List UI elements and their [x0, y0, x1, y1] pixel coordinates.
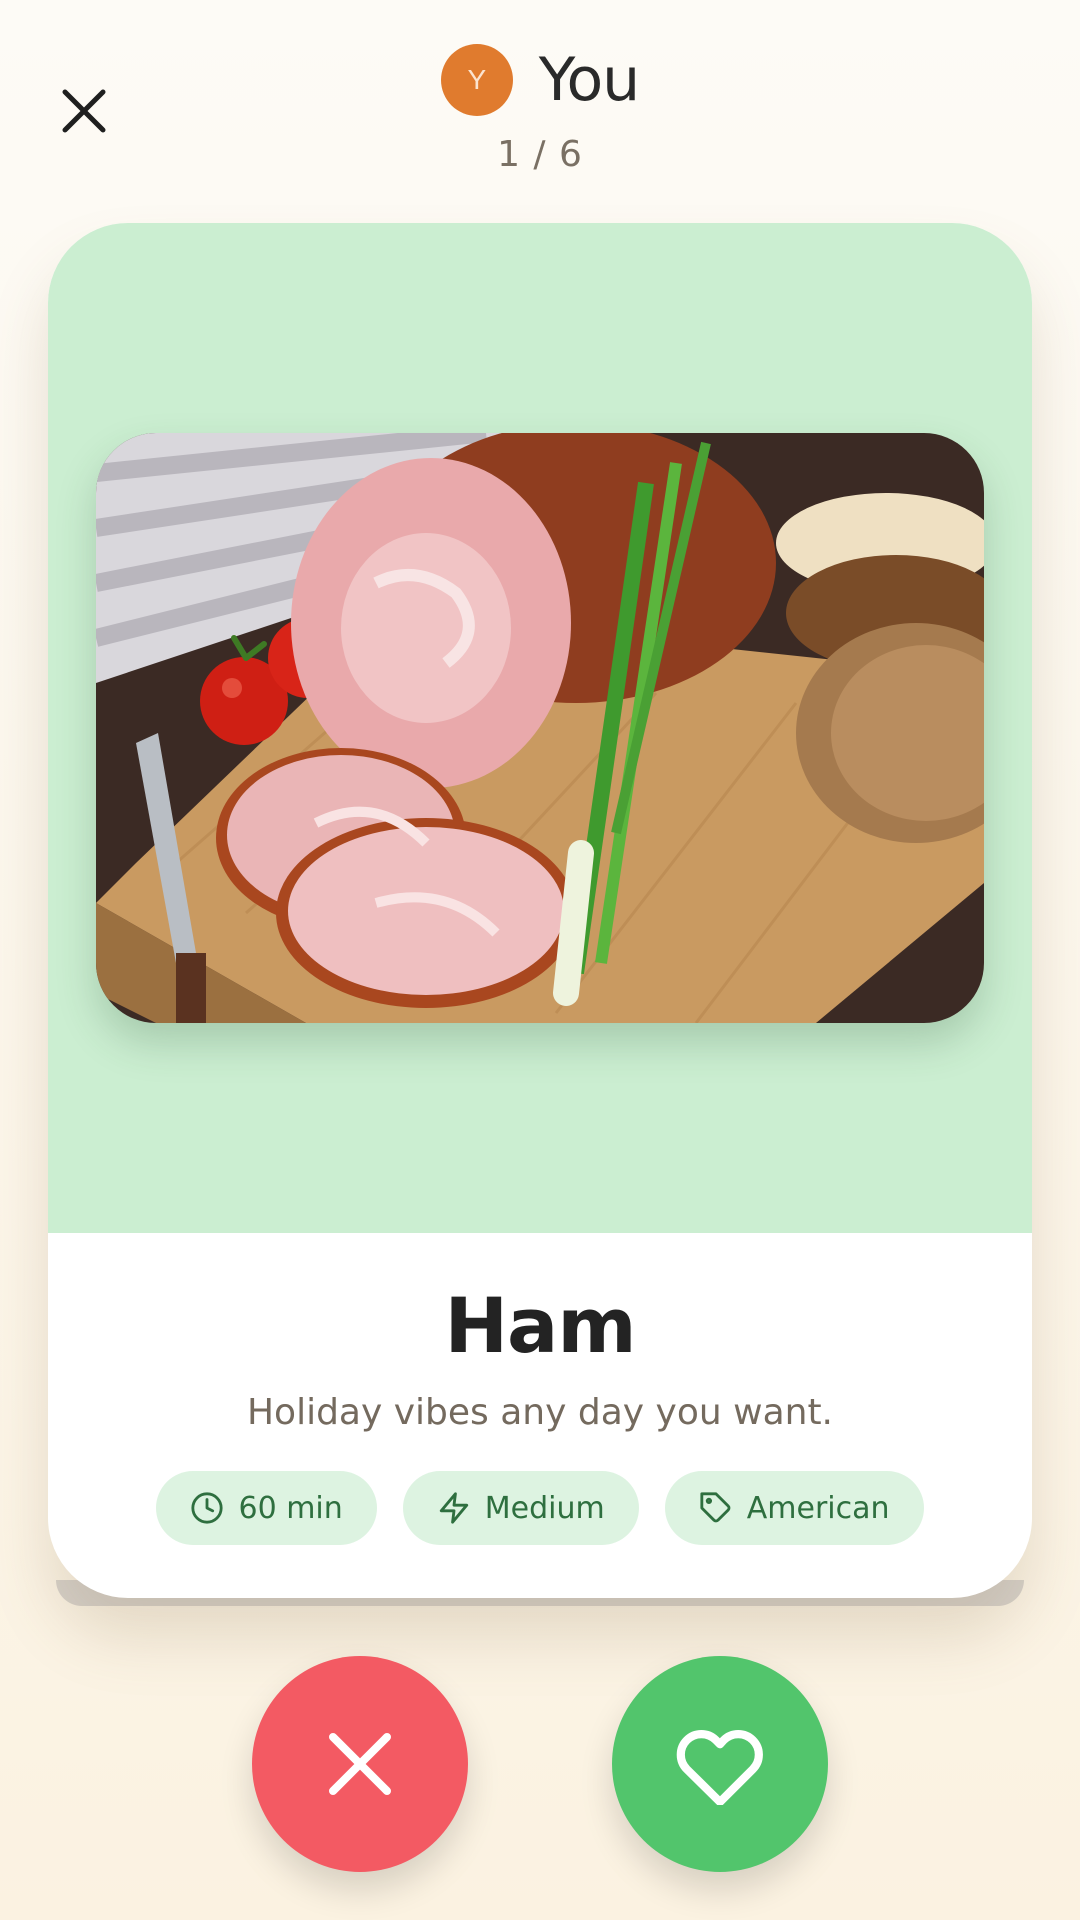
recipe-photo	[96, 433, 984, 1023]
tag-icon	[700, 1492, 731, 1523]
dislike-button[interactable]	[252, 1656, 468, 1872]
like-button[interactable]	[612, 1656, 828, 1872]
tag-cuisine-label: American	[746, 1490, 890, 1526]
avatar: Y	[440, 44, 513, 116]
card-info: Ham Holiday vibes any day you want. 60 m…	[48, 1233, 1032, 1598]
recipe-title: Ham	[444, 1281, 636, 1370]
user-name: You	[538, 45, 640, 115]
tag-difficulty-label: Medium	[484, 1490, 605, 1526]
heart-icon	[676, 1730, 763, 1805]
recipe-card[interactable]: Ham Holiday vibes any day you want. 60 m…	[48, 223, 1032, 1598]
lightning-icon	[439, 1492, 468, 1524]
tag-difficulty: Medium	[402, 1471, 639, 1545]
recipe-description: Holiday vibes any day you want.	[246, 1392, 834, 1433]
card-image-area	[48, 223, 1032, 1233]
card-counter: 1 / 6	[497, 134, 583, 175]
recipe-tags: 60 min Medium American	[156, 1471, 924, 1545]
clock-icon	[191, 1492, 224, 1524]
tag-cuisine: American	[664, 1471, 924, 1545]
tag-time: 60 min	[156, 1471, 377, 1545]
user-row: Y You	[440, 40, 640, 120]
x-icon	[329, 1733, 391, 1795]
tag-time-label: 60 min	[238, 1490, 343, 1526]
header: Y You 1 / 6	[0, 40, 1080, 175]
